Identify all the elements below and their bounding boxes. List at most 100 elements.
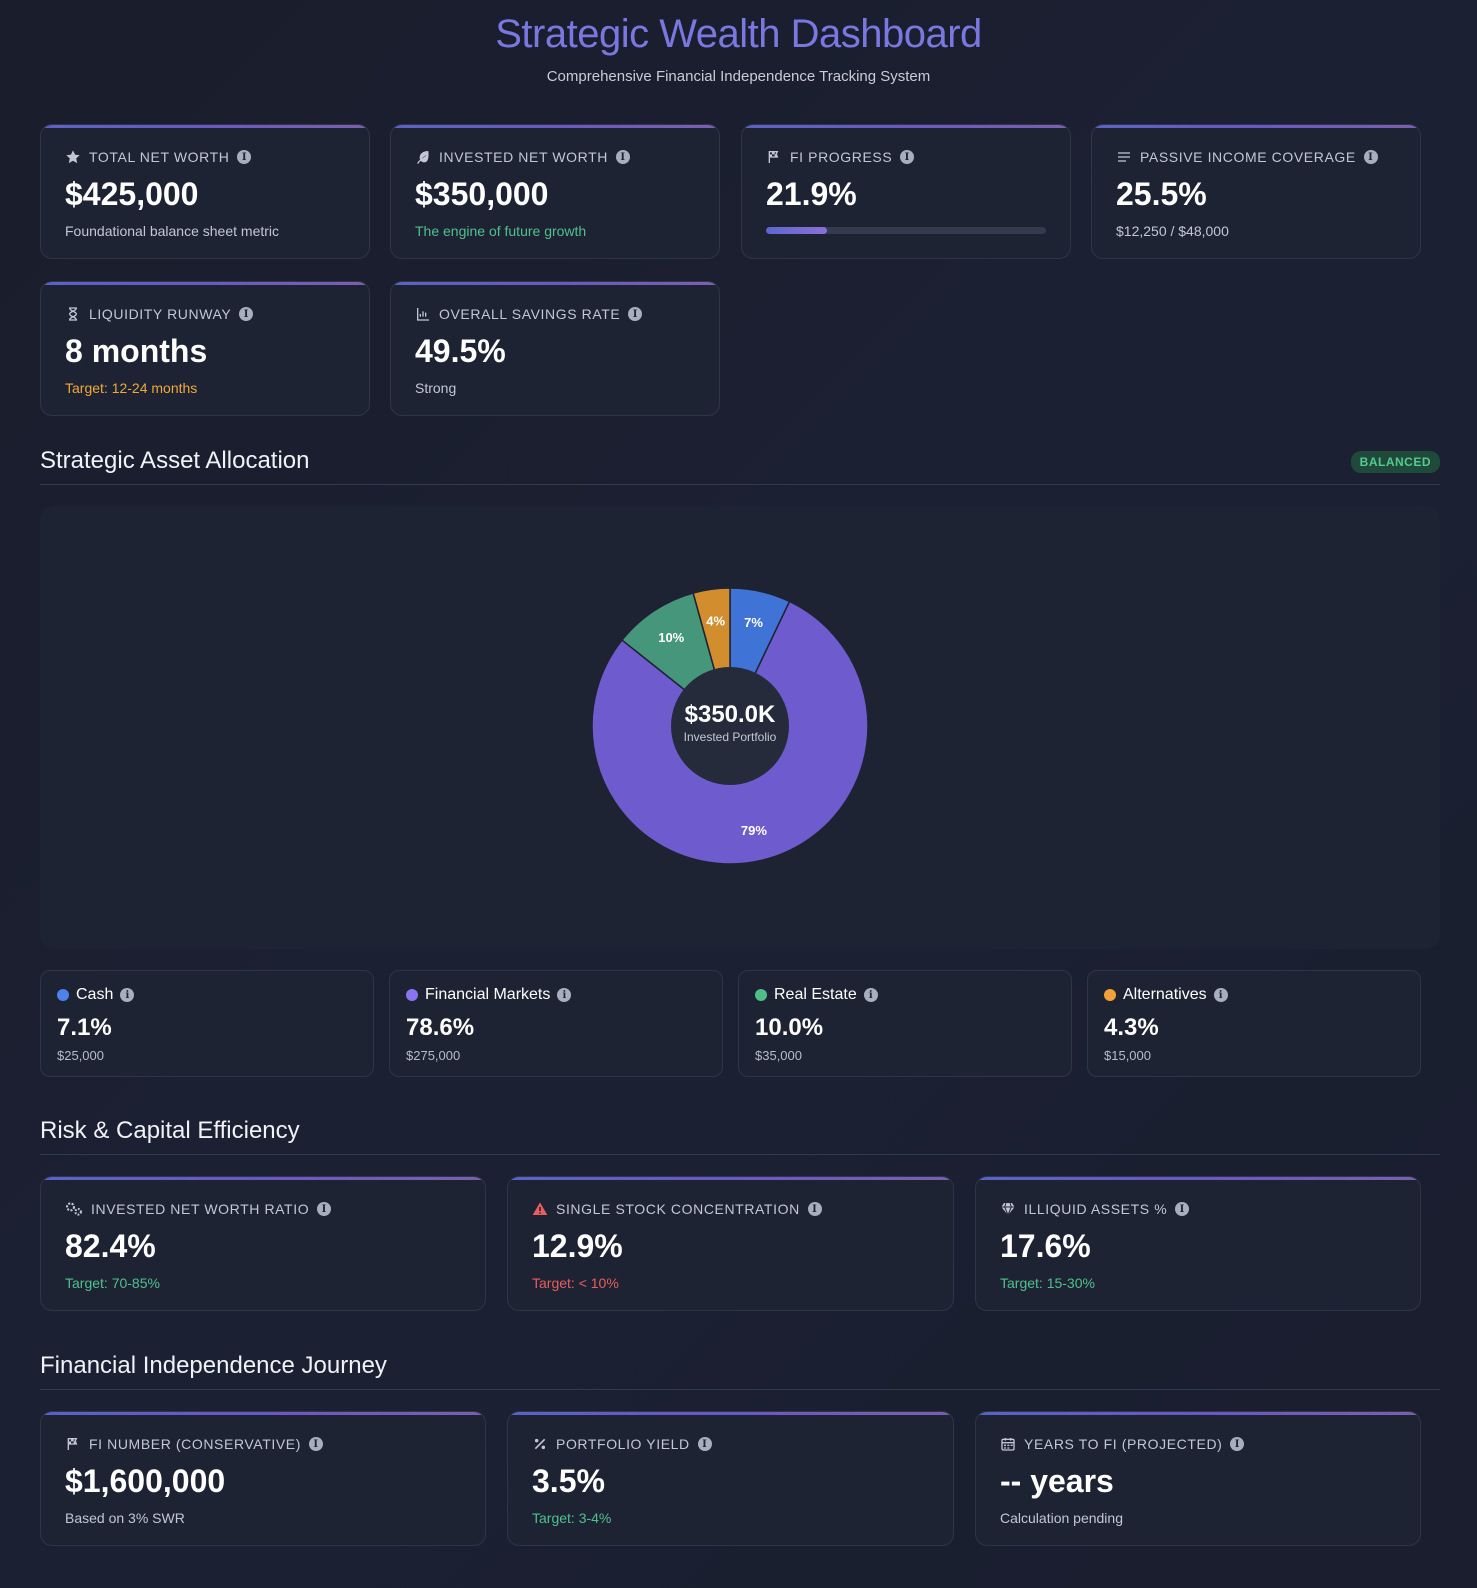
flag-icon	[768, 151, 779, 163]
metric-label: TOTAL NET WORTH	[89, 149, 230, 165]
allocation-amount: $25,000	[57, 1048, 104, 1063]
info-icon[interactable]: i	[1230, 1437, 1245, 1451]
allocation-name: Real Estate	[774, 986, 857, 1003]
pie-slice-label: 7%	[744, 615, 763, 630]
legend-dot	[1104, 989, 1116, 1001]
metric-value: 12.9%	[532, 1228, 623, 1264]
pie-slice-label: 79%	[741, 823, 767, 838]
metric-label: INVESTED NET WORTH RATIO	[91, 1201, 310, 1217]
section-divider	[40, 1154, 1440, 1155]
info-icon[interactable]: i	[697, 1437, 712, 1451]
savings-rate-card: OVERALL SAVINGS RATE i 49.5% Strong	[390, 281, 720, 416]
metric-label: FI NUMBER (CONSERVATIVE)	[89, 1436, 301, 1452]
metric-value: 3.5%	[532, 1463, 605, 1499]
section-divider	[40, 484, 1440, 485]
gears-icon	[66, 1202, 82, 1216]
allocation-amount: $35,000	[755, 1048, 802, 1063]
years-to-fi-card: YEARS TO FI (PROJECTED) i -- years Calcu…	[975, 1411, 1421, 1546]
pie-slice-label: 10%	[658, 630, 684, 645]
metric-label: LIQUIDITY RUNWAY	[89, 306, 232, 322]
metric-label: PORTFOLIO YIELD	[556, 1436, 690, 1452]
metric-value: 8 months	[65, 333, 208, 369]
allocation-card-alternatives: Alternatives i 4.3% $15,000	[1087, 970, 1421, 1077]
section-divider	[40, 1389, 1440, 1390]
allocation-amount: $15,000	[1104, 1048, 1151, 1063]
info-icon[interactable]: i	[628, 307, 643, 321]
invested-ratio-card: INVESTED NET WORTH RATIO i 82.4% Target:…	[40, 1176, 486, 1311]
status-badge: BALANCED	[1350, 451, 1440, 473]
metric-label: FI PROGRESS	[790, 149, 893, 165]
single-stock-card: SINGLE STOCK CONCENTRATION i 12.9% Targe…	[507, 1176, 954, 1311]
metric-label: PASSIVE INCOME COVERAGE	[1140, 149, 1356, 165]
total-net-worth-card: TOTAL NET WORTH i $425,000 Foundational …	[40, 124, 370, 259]
allocation-amount: $275,000	[406, 1048, 461, 1063]
metric-label: ILLIQUID ASSETS %	[1024, 1201, 1168, 1217]
info-icon[interactable]: i	[317, 1202, 332, 1216]
metric-subtext: Target: 12-24 months	[65, 380, 198, 396]
allocation-card-real-estate: Real Estate i 10.0% $35,000	[738, 970, 1072, 1077]
metric-value: $1,600,000	[65, 1463, 226, 1499]
allocation-percent: 10.0%	[755, 1014, 824, 1041]
metric-subtext: Target: < 10%	[532, 1275, 619, 1291]
page-title: Strategic Wealth Dashboard	[495, 12, 982, 56]
liquidity-runway-card: LIQUIDITY RUNWAY i 8 months Target: 12-2…	[40, 281, 370, 416]
fi-section-title: Financial Independence Journey	[40, 1352, 387, 1379]
allocation-percent: 7.1%	[57, 1014, 112, 1041]
info-icon[interactable]: i	[120, 988, 135, 1002]
metric-subtext: Based on 3% SWR	[65, 1510, 185, 1526]
allocation-percent: 78.6%	[406, 1014, 475, 1041]
metric-label: SINGLE STOCK CONCENTRATION	[556, 1201, 800, 1217]
allocation-card-financial-markets: Financial Markets i 78.6% $275,000	[389, 970, 723, 1077]
legend-dot	[406, 989, 418, 1001]
portfolio-yield-card: PORTFOLIO YIELD i 3.5% Target: 3-4%	[507, 1411, 954, 1546]
seedling-icon	[417, 151, 429, 164]
hourglass-icon	[68, 307, 78, 321]
info-icon[interactable]: i	[1175, 1202, 1190, 1216]
metric-subtext: Calculation pending	[1000, 1510, 1123, 1526]
pie-slice-label: 4%	[706, 613, 725, 628]
allocation-donut-chart: 7% 79% 10% 4% $350.0K Invested Portfolio	[591, 587, 869, 865]
allocation-chart-panel: 7% 79% 10% 4% $350.0K Invested Portfolio	[40, 506, 1440, 949]
bars-icon	[1118, 152, 1130, 162]
metric-value: 17.6%	[1000, 1228, 1091, 1264]
info-icon[interactable]: i	[557, 988, 572, 1002]
donut-center-value: $350.0K	[685, 701, 776, 728]
metric-label: INVESTED NET WORTH	[439, 149, 608, 165]
metric-subtext: Target: 15-30%	[1000, 1275, 1095, 1291]
metric-subtext: Strong	[415, 380, 457, 396]
metric-value: $425,000	[65, 176, 199, 212]
chart-icon	[417, 308, 429, 321]
allocation-name: Alternatives	[1123, 986, 1207, 1003]
illiquid-assets-card: ILLIQUID ASSETS % i 17.6% Target: 15-30%	[975, 1176, 1421, 1311]
passive-income-card: PASSIVE INCOME COVERAGE i 25.5% $12,250 …	[1091, 124, 1421, 259]
flag-icon	[67, 1438, 78, 1450]
donut-center-label: Invested Portfolio	[684, 730, 777, 744]
fi-progress-card: FI PROGRESS i 21.9%	[741, 124, 1071, 259]
info-icon[interactable]: i	[308, 1437, 323, 1451]
metric-subtext: The engine of future growth	[415, 223, 587, 239]
allocation-name: Cash	[76, 986, 114, 1003]
dashboard-header: Strategic Wealth Dashboard Comprehensive…	[0, 0, 1477, 85]
allocation-name: Financial Markets	[425, 986, 551, 1003]
info-icon[interactable]: i	[1363, 150, 1378, 164]
metric-subtext: $12,250 / $48,000	[1116, 223, 1229, 239]
page-subtitle: Comprehensive Financial Independence Tra…	[546, 68, 931, 85]
metric-value: 21.9%	[766, 176, 857, 212]
metric-subtext: Foundational balance sheet metric	[65, 223, 280, 239]
calendar-icon	[1001, 1438, 1015, 1451]
allocation-card-cash: Cash i 7.1% $25,000	[40, 970, 374, 1077]
risk-section-title: Risk & Capital Efficiency	[40, 1117, 300, 1144]
info-icon[interactable]: i	[863, 988, 878, 1002]
info-icon[interactable]: i	[807, 1202, 822, 1216]
info-icon[interactable]: i	[615, 150, 630, 164]
metric-label: YEARS TO FI (PROJECTED)	[1024, 1436, 1223, 1452]
metric-value: $350,000	[415, 176, 549, 212]
info-icon[interactable]: i	[1213, 988, 1228, 1002]
info-icon[interactable]: i	[239, 307, 254, 321]
fi-progress-bar	[766, 227, 1046, 234]
metric-value: 25.5%	[1116, 176, 1207, 212]
allocation-percent: 4.3%	[1104, 1014, 1159, 1041]
info-icon[interactable]: i	[237, 150, 252, 164]
metric-value: 49.5%	[415, 333, 506, 369]
info-icon[interactable]: i	[900, 150, 915, 164]
